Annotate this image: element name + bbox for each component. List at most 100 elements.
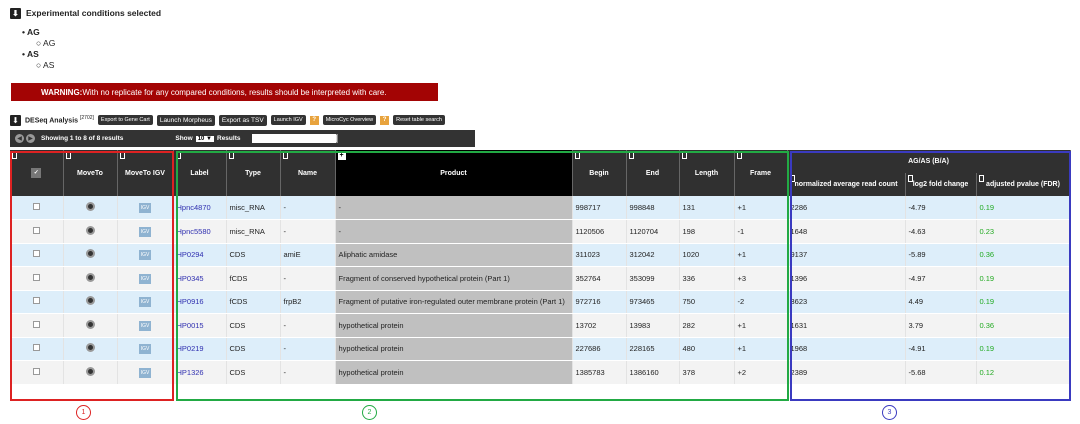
help-icon[interactable]: ? bbox=[309, 115, 319, 125]
igv-icon[interactable]: IGV bbox=[139, 344, 151, 355]
moveto-cell[interactable] bbox=[63, 266, 118, 291]
checkbox-icon[interactable] bbox=[32, 226, 40, 234]
igv-icon[interactable]: IGV bbox=[139, 273, 151, 284]
expand-icon[interactable]: + bbox=[337, 152, 346, 160]
name-cell: - bbox=[280, 196, 336, 220]
next-page-icon[interactable]: ▶ bbox=[26, 134, 35, 143]
select-all-checkbox[interactable]: ✓ bbox=[31, 168, 42, 178]
label-cell[interactable]: Hpnc4870 bbox=[173, 196, 227, 220]
condition-sub: AS bbox=[22, 60, 55, 71]
page-size-select[interactable]: 10 ▼ bbox=[195, 135, 214, 142]
end-cell: 1386160 bbox=[626, 360, 680, 385]
magnifier-icon[interactable] bbox=[85, 296, 95, 306]
col-moveto-igv[interactable]: MoveTo IGV bbox=[117, 150, 174, 196]
row-checkbox-cell[interactable] bbox=[10, 219, 64, 244]
label-cell[interactable]: HP0916 bbox=[173, 290, 227, 314]
moveto-cell[interactable] bbox=[63, 360, 118, 385]
copy-icon[interactable] bbox=[297, 134, 310, 143]
col-name[interactable]: Name bbox=[280, 150, 336, 196]
moveto-cell[interactable] bbox=[63, 219, 118, 244]
igv-icon[interactable]: IGV bbox=[139, 250, 151, 261]
col-begin[interactable]: Begin bbox=[572, 150, 627, 196]
frame-cell: -2 bbox=[734, 290, 788, 314]
label-cell[interactable]: HP1326 bbox=[173, 360, 227, 385]
col-end[interactable]: End bbox=[626, 150, 680, 196]
launch-igv-button[interactable]: Launch IGV bbox=[270, 115, 306, 125]
prev-page-icon[interactable]: ◀ bbox=[15, 134, 24, 143]
magnifier-icon[interactable] bbox=[85, 366, 95, 376]
moveto-igv-cell[interactable]: IGV bbox=[117, 243, 174, 267]
checkbox-icon[interactable] bbox=[32, 344, 40, 352]
igv-icon[interactable]: IGV bbox=[139, 203, 151, 213]
col-type[interactable]: Type bbox=[226, 150, 281, 196]
label-cell[interactable]: HP0219 bbox=[173, 337, 227, 361]
moveto-igv-cell[interactable]: IGV bbox=[117, 360, 174, 385]
launch-morpheus-button[interactable]: Launch Morpheus bbox=[156, 114, 215, 126]
checkbox-icon[interactable] bbox=[32, 203, 40, 210]
length-cell: 131 bbox=[679, 196, 735, 220]
moveto-igv-cell[interactable]: IGV bbox=[117, 196, 174, 220]
row-checkbox-cell[interactable] bbox=[10, 196, 64, 220]
moveto-igv-cell[interactable]: IGV bbox=[117, 219, 174, 244]
col-product[interactable]: + Product bbox=[335, 150, 573, 196]
export-gene-cart-button[interactable]: Export to Gene Cart bbox=[97, 115, 153, 125]
checkbox-icon[interactable] bbox=[32, 250, 40, 258]
checkbox-icon[interactable] bbox=[32, 273, 40, 281]
moveto-igv-cell[interactable]: IGV bbox=[117, 266, 174, 291]
label-cell[interactable]: HP0294 bbox=[173, 243, 227, 267]
log2fc-cell: -5.68 bbox=[905, 360, 977, 385]
export-tsv-button[interactable]: Export as TSV bbox=[218, 114, 267, 126]
row-checkbox-cell[interactable] bbox=[10, 243, 64, 267]
label-cell[interactable]: HP0015 bbox=[173, 313, 227, 338]
print-icon[interactable] bbox=[325, 134, 338, 143]
igv-icon[interactable]: IGV bbox=[139, 226, 151, 237]
microcyc-overview-button[interactable]: MicroCyc Overview bbox=[322, 115, 377, 125]
col-frame[interactable]: Frame bbox=[734, 150, 788, 196]
igv-icon[interactable]: IGV bbox=[139, 297, 151, 308]
col-adjusted-pvalue[interactable]: adjusted pvalue (FDR) bbox=[976, 173, 1071, 196]
moveto-igv-cell[interactable]: IGV bbox=[117, 290, 174, 314]
checkbox-icon[interactable] bbox=[32, 297, 40, 305]
magnifier-icon[interactable] bbox=[85, 249, 95, 259]
magnifier-icon[interactable] bbox=[85, 225, 95, 235]
moveto-cell[interactable] bbox=[63, 337, 118, 361]
collapse-icon[interactable]: ⬇ bbox=[10, 114, 21, 126]
checkbox-icon[interactable] bbox=[32, 320, 40, 328]
end-cell: 1120704 bbox=[626, 219, 680, 244]
igv-icon[interactable]: IGV bbox=[139, 367, 151, 378]
magnifier-icon[interactable] bbox=[85, 272, 95, 282]
help-icon[interactable]: ? bbox=[380, 115, 390, 125]
row-checkbox-cell[interactable] bbox=[10, 290, 64, 314]
moveto-cell[interactable] bbox=[63, 196, 118, 220]
col-length[interactable]: Length bbox=[679, 150, 735, 196]
moveto-igv-cell[interactable]: IGV bbox=[117, 337, 174, 361]
label-cell[interactable]: HP0345 bbox=[173, 266, 227, 291]
moveto-igv-cell[interactable]: IGV bbox=[117, 313, 174, 338]
col-label[interactable]: Label bbox=[173, 150, 227, 196]
begin-cell: 1385783 bbox=[572, 360, 627, 385]
conditions-header[interactable]: ⬇ Experimental conditions selected bbox=[10, 7, 161, 19]
magnifier-icon[interactable] bbox=[85, 319, 95, 329]
col-log2-fold-change[interactable]: log2 fold change bbox=[905, 173, 977, 196]
log2fc-cell: -4.79 bbox=[905, 196, 977, 220]
igv-icon[interactable]: IGV bbox=[139, 320, 151, 331]
select-all-header[interactable]: ✓ bbox=[10, 150, 64, 196]
row-checkbox-cell[interactable] bbox=[10, 313, 64, 338]
moveto-cell[interactable] bbox=[63, 243, 118, 267]
checkbox-icon[interactable] bbox=[32, 367, 40, 375]
col-moveto[interactable]: MoveTo bbox=[63, 150, 118, 196]
row-checkbox-cell[interactable] bbox=[10, 266, 64, 291]
moveto-cell[interactable] bbox=[63, 313, 118, 338]
col-normalized-read-count[interactable]: normalized average read count bbox=[787, 173, 906, 196]
pvalue-cell: 0.36 bbox=[976, 243, 1071, 267]
csv-icon[interactable] bbox=[311, 134, 324, 143]
row-checkbox-cell[interactable] bbox=[10, 360, 64, 385]
product-cell: - bbox=[335, 196, 573, 220]
moveto-cell[interactable] bbox=[63, 290, 118, 314]
label-cell[interactable]: Hpnc5580 bbox=[173, 219, 227, 244]
collapse-icon[interactable]: ⬇ bbox=[10, 7, 21, 19]
row-checkbox-cell[interactable] bbox=[10, 337, 64, 361]
reset-table-search-button[interactable]: Reset table search bbox=[393, 115, 445, 125]
magnifier-icon[interactable] bbox=[85, 202, 95, 211]
magnifier-icon[interactable] bbox=[85, 343, 95, 353]
